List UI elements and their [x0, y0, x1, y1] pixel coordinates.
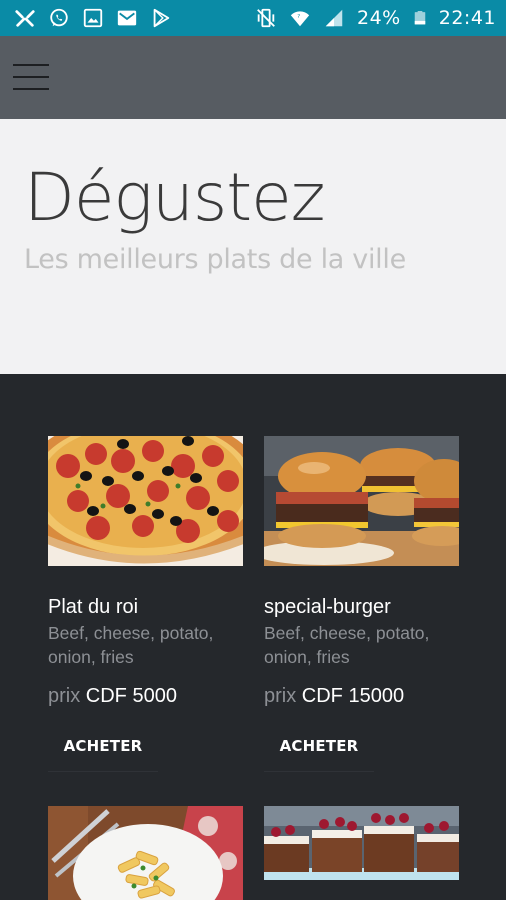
product-grid: Plat du roi Beef, cheese, potato, onion,…	[0, 374, 506, 900]
product-description: Beef, cheese, potato, onion, fries	[48, 623, 214, 667]
buy-button[interactable]: ACHETER	[264, 732, 374, 772]
whatsapp-icon	[50, 8, 68, 27]
product-card	[48, 806, 243, 900]
burger-image[interactable]	[264, 436, 459, 566]
price-label: prix	[264, 685, 297, 707]
wifi-icon: ?	[290, 11, 310, 27]
price-value: CDF 5000	[85, 685, 177, 707]
app-bar	[0, 36, 506, 119]
hero-banner: Dégustez Les meilleurs plats de la ville	[0, 119, 506, 374]
product-name: special-burger	[264, 596, 391, 618]
price-value: CDF 15000	[301, 685, 405, 707]
signal-icon	[325, 9, 343, 27]
product-price: prix CDF 15000	[264, 685, 459, 708]
clock: 22:41	[438, 7, 496, 29]
buy-button[interactable]: ACHETER	[48, 732, 158, 772]
page-title: Dégustez	[24, 159, 325, 236]
price-label: prix	[48, 685, 81, 707]
menu-icon[interactable]	[13, 62, 51, 92]
status-bar: ? 24% 22:41	[0, 0, 506, 36]
product-card	[264, 806, 459, 880]
cake-image[interactable]	[264, 806, 459, 880]
product-card: Plat du roi Beef, cheese, potato, onion,…	[48, 436, 243, 772]
system-icons: ? 24% 22:41	[255, 7, 496, 29]
notification-icons	[14, 7, 172, 29]
svg-text:?: ?	[297, 14, 300, 20]
product-description: Beef, cheese, potato, onion, fries	[264, 623, 430, 667]
battery-percent: 24%	[357, 7, 401, 29]
pasta-image[interactable]	[48, 806, 243, 900]
product-price: prix CDF 5000	[48, 685, 243, 708]
tools-icon	[15, 10, 35, 27]
product-card: special-burger Beef, cheese, potato, oni…	[264, 436, 459, 772]
mail-icon	[117, 10, 137, 26]
product-name: Plat du roi	[48, 596, 139, 618]
pizza-image[interactable]	[48, 436, 243, 566]
vibrate-mute-icon	[257, 8, 275, 28]
battery-icon	[414, 11, 425, 25]
play-store-icon	[153, 8, 170, 28]
gallery-icon	[83, 8, 103, 28]
page-subtitle: Les meilleurs plats de la ville	[24, 244, 406, 275]
